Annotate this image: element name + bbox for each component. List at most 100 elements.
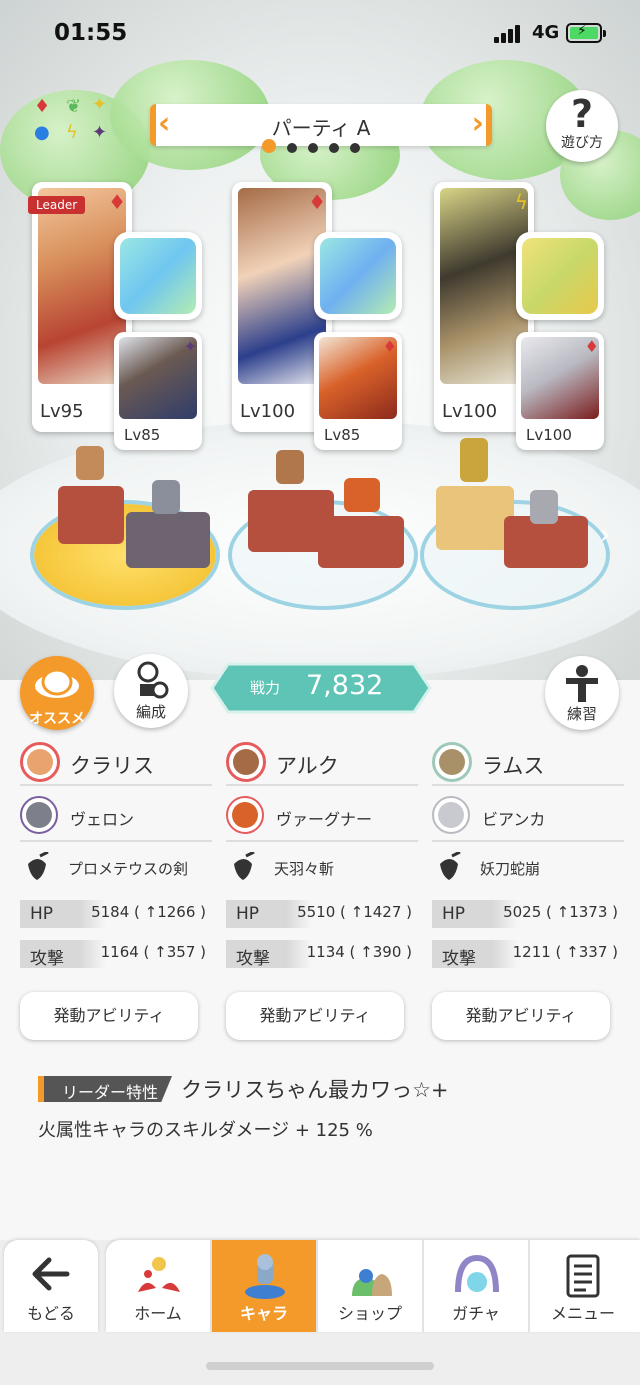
main-character-row[interactable]: ラムス [432,736,624,786]
wind-element-icon: ❦ [66,96,82,117]
main-level: Lv95 [40,401,84,422]
shop-icon [352,1269,392,1296]
combat-power-display: 戦力 7,832 [210,662,432,714]
sub-character-row[interactable]: ヴェロン [20,786,212,842]
attack-value: 1211 ( ↑337 ) [512,943,618,961]
scarecrow-icon [566,665,598,702]
avatar [20,742,60,782]
pedestal-3 [420,438,610,610]
help-button[interactable]: ? 遊び方 [546,90,618,162]
sub-character-card[interactable]: ♦ Lv85 [314,332,402,450]
sub-character-card[interactable]: ✦ Lv85 [114,332,202,450]
sub-level: Lv100 [526,426,572,444]
weapon-row[interactable]: 天羽々斬 [226,842,418,894]
party-slot-2[interactable]: ♦ Lv100 ♦ Lv85 [232,182,402,450]
training-button[interactable]: 練習 [545,656,619,730]
leader-trait-tag: リーダー特性 [38,1076,173,1102]
tab-shop[interactable]: ショップ [318,1240,424,1332]
weapon-icon [28,852,49,880]
main-level: Lv100 [240,401,296,422]
weapon-icon [234,852,255,880]
attack-label: 攻撃 [236,949,270,969]
hp-value: 5025 ( ↑1373 ) [503,903,618,921]
tab-menu[interactable]: メニュー [530,1240,636,1332]
ability-button[interactable]: 発動アビリティ [226,992,404,1040]
weapon-name: プロメテウスの剣 [68,860,189,878]
avatar [20,796,58,834]
weapon-slot[interactable] [114,232,202,320]
party-page-indicator [262,138,371,153]
hp-stat: HP 5184 ( ↑1266 ) [20,894,212,934]
chevron-right-icon[interactable]: › [600,520,610,550]
gacha-icon [455,1254,499,1293]
sub-character-row[interactable]: ヴァーグナー [226,786,418,842]
weapon-row[interactable]: 妖刀蛇崩 [432,842,624,894]
character-portrait [38,188,126,384]
page-dot[interactable] [329,143,339,153]
weapon-row[interactable]: プロメテウスの剣 [20,842,212,894]
page-dot[interactable] [308,143,318,153]
weapon-slot[interactable] [314,232,402,320]
status-bar: 01:55 4G ⚡ [0,0,640,66]
page-dot[interactable] [262,139,276,153]
character-sprite[interactable] [276,450,304,484]
character-sprite[interactable] [460,438,488,482]
character-sprite[interactable] [530,490,558,524]
dark-element-icon: ✦ [92,122,108,143]
party-slot-1[interactable]: ♦ Lv95 Leader ✦ Lv85 [28,182,202,450]
shop-label: ショップ [337,1304,402,1323]
ability-button[interactable]: 発動アビリティ [20,992,198,1040]
fire-element-icon: ♦ [382,337,397,356]
sub-character-card[interactable]: ♦ Lv100 [516,332,604,450]
sub-level: Lv85 [124,426,161,444]
main-character-row[interactable]: アルク [226,736,418,786]
character-sprite[interactable] [152,480,180,514]
ability-button[interactable]: 発動アビリティ [432,992,610,1040]
page-dot[interactable] [287,143,297,153]
next-party-icon[interactable]: › [472,106,484,141]
hp-value: 5184 ( ↑1266 ) [91,903,206,921]
element-filter-icon[interactable]: ♦ ❦ ✦ ● ϟ ✦ [30,94,114,152]
party-slot-3[interactable]: ϟ Lv100 ♦ Lv100 [434,182,604,450]
leader-badge: Leader [28,196,86,214]
sword-icon [320,238,396,314]
character-sprite[interactable] [344,478,380,512]
main-character-name: アルク [276,754,339,778]
weapon-slot[interactable] [516,232,604,320]
red-block [58,486,124,544]
hp-label: HP [30,904,54,924]
power-label: 戦力 [250,679,281,697]
attack-label: 攻撃 [30,949,64,969]
character-sprite[interactable] [76,446,104,480]
pedestal-1 [30,446,220,610]
party-title: パーティ A [271,116,371,140]
sub-level: Lv85 [324,426,361,444]
sub-character-row[interactable]: ビアンカ [432,786,624,842]
help-label: 遊び方 [561,135,603,151]
tab-chara[interactable]: キャラ [212,1240,318,1332]
page-dot[interactable] [350,143,360,153]
attack-label: 攻撃 [442,949,476,969]
back-button[interactable]: もどる [4,1240,98,1332]
character-column-3: ラムス ビアンカ 妖刀蛇崩 HP 5025 ( ↑1373 ) 攻撃 1211 … [432,736,624,1040]
formation-button[interactable]: 編成 [114,654,188,728]
pedestal-2 [228,450,418,610]
bottom-navigation: もどる ホーム キャラ ショップ ガチャ メニュー [0,1240,640,1385]
tab-gacha[interactable]: ガチャ [424,1240,530,1332]
question-icon: ? [570,92,594,136]
attack-value: 1164 ( ↑357 ) [100,943,206,961]
character-column-1: クラリス ヴェロン プロメテウスの剣 HP 5184 ( ↑1266 ) 攻撃 … [20,736,212,1040]
attack-stat: 攻撃 1164 ( ↑357 ) [20,934,212,974]
fire-element-icon: ♦ [308,190,326,214]
main-character-row[interactable]: クラリス [20,736,212,786]
sub-character-name: ヴェロン [70,810,135,829]
weapon-icon [440,852,461,880]
tab-home[interactable]: ホーム [106,1240,212,1332]
menu-icon [566,1254,600,1298]
back-arrow-icon [32,1257,70,1291]
leader-trait: リーダー特性 クラリスちゃん最カワっ☆+ 火属性キャラのスキルダメージ + 12… [38,1074,598,1142]
gold-block [436,486,514,550]
recommend-button[interactable]: オススメ [20,656,94,730]
attack-value: 1134 ( ↑390 ) [306,943,412,961]
avatar [226,742,266,782]
